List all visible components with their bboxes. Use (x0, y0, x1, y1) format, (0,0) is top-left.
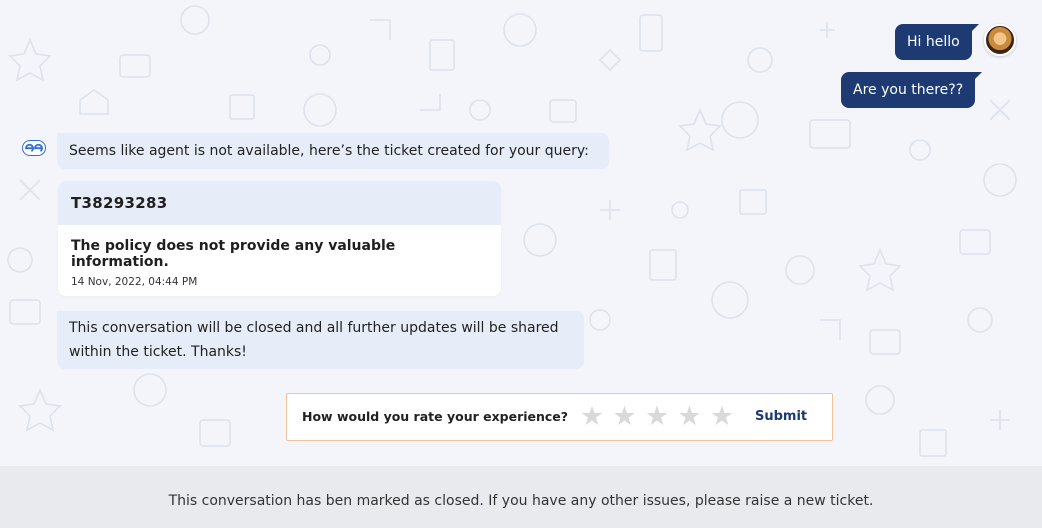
star-icon[interactable]: ★ (643, 403, 671, 431)
bot-logo-icon (22, 140, 46, 156)
rating-panel: How would you rate your experience? ★ ★ … (286, 393, 833, 441)
rating-question: How would you rate your experience? (302, 409, 569, 424)
outgoing-message: Hi hello (895, 24, 979, 60)
chat-thread: Hi hello Are you there?? Seems like agen… (0, 0, 1042, 466)
incoming-message: This conversation will be closed and all… (57, 311, 584, 369)
user-avatar (984, 24, 1016, 56)
star-icon[interactable]: ★ (708, 403, 736, 431)
ticket-description: The policy does not provide any valuable… (71, 238, 396, 270)
submit-rating-button[interactable]: Submit (755, 394, 807, 440)
ticket-timestamp: 14 Nov, 2022, 04:44 PM (71, 276, 198, 288)
ticket-card[interactable]: T38293283 The policy does not provide an… (58, 181, 501, 296)
closed-conversation-notice: This conversation has ben marked as clos… (0, 466, 1042, 528)
outgoing-message: Are you there?? (841, 72, 983, 108)
star-rating: ★ ★ ★ ★ ★ (578, 403, 741, 431)
star-icon[interactable]: ★ (578, 403, 606, 431)
star-icon[interactable]: ★ (676, 403, 704, 431)
ticket-id: T38293283 (58, 181, 501, 225)
star-icon[interactable]: ★ (611, 403, 639, 431)
incoming-message: Seems like agent is not available, here’… (57, 133, 609, 169)
